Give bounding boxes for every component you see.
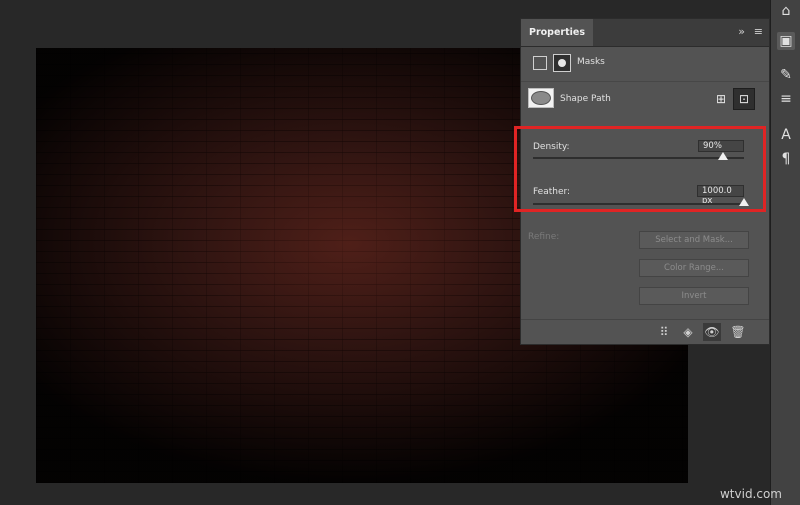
shape-path-row: Shape Path ⊞ ⊡	[521, 81, 769, 116]
shape-path-label: Shape Path	[560, 94, 611, 104]
add-mask-icon[interactable]: ⊞	[713, 91, 729, 107]
delete-mask-icon[interactable]: 🗑	[729, 323, 747, 341]
pixel-mask-icon[interactable]	[533, 56, 547, 70]
visibility-eye-icon[interactable]: 👁	[703, 323, 721, 341]
properties-panel-icon[interactable]: ▣	[777, 32, 795, 50]
select-mask-icon[interactable]: ⊡	[733, 88, 755, 110]
vector-mask-icon[interactable]	[553, 54, 571, 72]
apply-mask-icon[interactable]: ◈	[679, 323, 697, 341]
brush-icon[interactable]: ✎	[777, 66, 795, 84]
load-selection-icon[interactable]: ⠿	[655, 323, 673, 341]
color-range-button[interactable]: Color Range...	[639, 259, 749, 277]
masks-label: Masks	[577, 57, 605, 67]
collapse-panel-icon[interactable]: »	[738, 25, 745, 38]
select-and-mask-button[interactable]: Select and Mask...	[639, 231, 749, 249]
right-toolbar: ⌂ ▣ ✎ ≡ A ¶	[770, 0, 800, 505]
refine-label: Refine:	[528, 232, 560, 242]
tab-properties[interactable]: Properties	[521, 19, 593, 46]
adjustments-icon[interactable]: ≡	[777, 90, 795, 108]
watermark: wtvid.com	[719, 487, 782, 501]
shape-path-thumbnail	[528, 88, 554, 108]
panel-menu-icon[interactable]: ≡	[754, 25, 763, 38]
paragraph-icon[interactable]: ¶	[777, 150, 795, 168]
device-icon[interactable]: ⌂	[777, 2, 795, 20]
character-icon[interactable]: A	[777, 126, 795, 144]
masks-row: Masks	[521, 49, 769, 77]
invert-button[interactable]: Invert	[639, 287, 749, 305]
red-highlight-box	[514, 126, 766, 212]
panel-footer: ⠿ ◈ 👁 🗑	[521, 319, 769, 344]
panel-header: Properties » ≡	[521, 19, 769, 47]
